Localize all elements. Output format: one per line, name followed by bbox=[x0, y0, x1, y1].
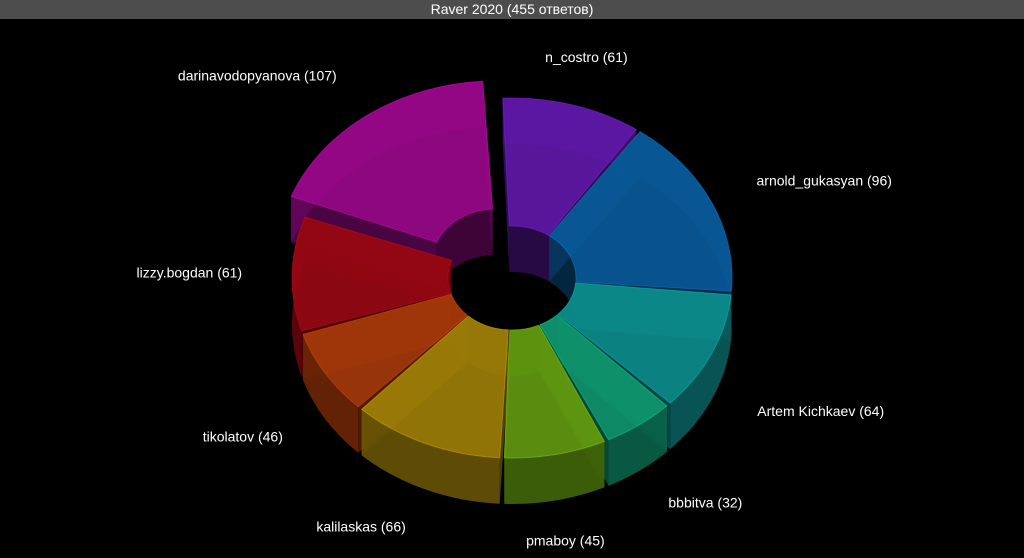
label-darinavodopyanova: darinavodopyanova (107) bbox=[178, 68, 337, 84]
label-n-costro: n_costro (61) bbox=[545, 49, 627, 65]
chart-title: Raver 2020 (455 ответов) bbox=[0, 0, 1024, 19]
label-bbbitva: bbbitva (32) bbox=[668, 494, 742, 510]
label-arnold-gukasyan: arnold_gukasyan (96) bbox=[757, 172, 892, 188]
donut-chart: n_costro (61) arnold_gukasyan (96) Artem K… bbox=[137, 49, 892, 548]
slice-inner-wall bbox=[509, 226, 549, 282]
label-artem-kichkaev: Artem Kichkaev (64) bbox=[757, 403, 884, 419]
label-pmaboy: pmaboy (45) bbox=[526, 532, 605, 548]
label-lizzy-bogdan: lizzy.bogdan (61) bbox=[137, 265, 243, 281]
label-kalilaskas: kalilaskas (66) bbox=[316, 518, 405, 534]
label-tikolatov: tikolatov (46) bbox=[203, 429, 283, 445]
slices-group bbox=[290, 80, 733, 504]
